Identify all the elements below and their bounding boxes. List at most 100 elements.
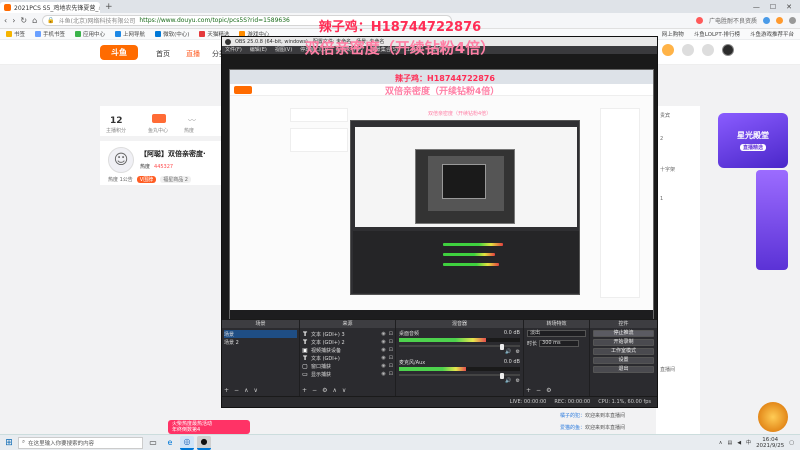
bookmark-item[interactable]: 上网导航 (115, 30, 145, 38)
volume-slider[interactable] (500, 344, 504, 350)
douyu-logo[interactable]: 斗鱼 (100, 45, 138, 60)
remove-icon[interactable]: − (234, 387, 239, 394)
chevron-up-icon[interactable]: ∧ (719, 440, 723, 446)
message-icon[interactable] (702, 44, 714, 56)
gift-icon[interactable] (662, 44, 674, 56)
task-view-icon[interactable]: ▭ (146, 436, 160, 450)
remove-icon[interactable]: − (536, 387, 541, 394)
gear-icon[interactable]: ⚙ (546, 387, 551, 394)
event-banner[interactable]: 火柴热度最热活动 年终倒数第4 (168, 420, 250, 434)
clock[interactable]: 16:04 2021/9/25 (756, 437, 784, 449)
source-item[interactable]: ▭ 显示捕获 ◉ ⊡ (302, 370, 393, 378)
menu-icon[interactable] (789, 17, 796, 24)
back-icon[interactable]: ‹ (4, 16, 7, 25)
bookmark-item[interactable]: 网上购物 (662, 30, 684, 38)
duration-input[interactable]: 300 ms (539, 340, 580, 347)
eye-icon[interactable]: ◉ (381, 347, 385, 353)
speaker-icon[interactable]: 🔊 (505, 378, 511, 384)
add-icon[interactable]: + (224, 387, 229, 394)
windows-start-icon[interactable]: ⊞ (0, 435, 18, 450)
bookmark-item[interactable]: 手机书签 (35, 30, 65, 38)
fish-ball-icon[interactable] (152, 114, 166, 123)
extension-icon[interactable] (763, 17, 770, 24)
browser-tab[interactable]: 2021PCS S5_鸡地农先锋夏营_斗... ✕ (0, 2, 100, 13)
lock-icon[interactable]: ⊡ (389, 363, 393, 369)
streamer-avatar[interactable]: ☺ (108, 147, 134, 173)
eye-icon[interactable]: ◉ (381, 339, 385, 345)
source-item[interactable]: T 文本 (GDI+) 2 ◉ ⊡ (302, 338, 393, 346)
ad-block-icon[interactable] (695, 17, 703, 24)
promo-banner[interactable]: 星光殿堂 直播精选 (718, 113, 788, 168)
scene-item[interactable]: 场景 2 (224, 338, 297, 346)
eye-icon[interactable]: ◉ (381, 331, 385, 337)
source-item[interactable]: T 文本 (GDI+) 3 ◉ ⊡ (302, 330, 393, 338)
bookmark-item[interactable]: 书签 (6, 30, 25, 38)
avatar[interactable] (722, 44, 734, 56)
refresh-icon[interactable]: ↻ (20, 16, 27, 25)
bookmark-item[interactable]: 斗鱼游戏推荐平台 (750, 30, 794, 38)
eye-icon[interactable]: ◉ (381, 363, 385, 369)
follow-button[interactable]: V围脖 (136, 176, 157, 183)
gear-icon[interactable]: ⚙ (322, 387, 327, 394)
remove-icon[interactable]: − (312, 387, 317, 394)
exit-button[interactable]: 退出 (593, 366, 654, 373)
move-down-icon[interactable]: ∨ (342, 387, 346, 394)
bookmark-item[interactable]: 应用中心 (75, 30, 105, 38)
nav-live[interactable]: 直播 (186, 49, 200, 59)
gear-icon[interactable]: ⚙ (516, 378, 520, 384)
move-up-icon[interactable]: ∧ (244, 387, 248, 394)
bookmark-item[interactable]: 斗鱼LOLPT·排行榜 (694, 30, 740, 38)
start-recording-button[interactable]: 开始录制 (593, 339, 654, 346)
lock-icon[interactable]: ⊡ (389, 347, 393, 353)
bookmark-item[interactable]: 微软(中心) (155, 30, 189, 38)
side-promo-banner[interactable] (756, 170, 788, 270)
home-icon[interactable]: ⌂ (32, 16, 37, 25)
nav-home[interactable]: 首页 (156, 49, 170, 59)
source-item[interactable]: ▢ 窗口捕获 ◉ ⊡ (302, 362, 393, 370)
transition-select[interactable]: 淡出 (527, 330, 586, 337)
eye-icon[interactable]: ◉ (381, 371, 385, 377)
ad-notice-text[interactable]: 广电胜耐不良资质 (709, 16, 757, 25)
eye-icon[interactable]: ◉ (381, 355, 385, 361)
stop-streaming-button[interactable]: 停止推流 (593, 330, 654, 337)
volume-icon[interactable]: ◀ (737, 440, 741, 446)
settings-button[interactable]: 设置 (593, 357, 654, 364)
menu-file[interactable]: 文件(F) (225, 46, 242, 54)
history-icon[interactable] (682, 44, 694, 56)
add-icon[interactable]: + (526, 387, 531, 394)
new-tab-button[interactable]: + (105, 2, 113, 12)
edge-icon[interactable]: e (163, 436, 177, 450)
notification-icon[interactable]: ▢ (789, 440, 794, 446)
move-up-icon[interactable]: ∧ (332, 387, 336, 394)
source-item[interactable]: T 文本 (GDI+) ◉ ⊡ (302, 354, 393, 362)
network-icon[interactable]: ▤ (727, 440, 732, 446)
mascot-icon[interactable] (758, 402, 788, 432)
volume-slider[interactable] (500, 373, 504, 379)
volume-slider-track[interactable] (399, 344, 520, 350)
chat-nick[interactable]: 橘子的犯： (560, 413, 585, 419)
lock-icon[interactable]: ⊡ (389, 339, 393, 345)
lock-icon[interactable]: ⊡ (389, 371, 393, 377)
browser-app-icon[interactable]: ◎ (180, 435, 194, 450)
rank-label[interactable]: 十字架 (660, 166, 675, 173)
taskbar-search[interactable]: ⌕ 在这里输入你要搜索的内容 (18, 436, 143, 449)
maximize-button[interactable]: ☐ (770, 3, 776, 11)
speaker-icon[interactable]: 🔊 (505, 349, 511, 355)
minimize-button[interactable]: — (753, 3, 760, 11)
rank-label[interactable]: 贵宾 (660, 112, 670, 119)
ime-icon[interactable]: 中 (746, 439, 751, 446)
game-icon[interactable] (776, 17, 783, 24)
goods-button[interactable]: 福星商品 2 (160, 176, 191, 183)
source-item[interactable]: ▣ 视频捕获设备 ◉ ⊡ (302, 346, 393, 354)
add-icon[interactable]: + (302, 387, 307, 394)
lock-icon[interactable]: ⊡ (389, 355, 393, 361)
studio-mode-button[interactable]: 工作室模式 (593, 348, 654, 355)
gear-icon[interactable]: ⚙ (516, 349, 520, 355)
obs-app-icon[interactable]: ● (197, 435, 211, 450)
forward-icon[interactable]: › (12, 16, 15, 25)
volume-slider-track[interactable] (399, 373, 520, 379)
chat-nick[interactable]: 爱猫的鱼： (560, 425, 585, 431)
lock-icon[interactable]: ⊡ (389, 331, 393, 337)
scene-item[interactable]: 场景 (224, 330, 297, 338)
close-window-button[interactable]: ✕ (786, 3, 792, 11)
